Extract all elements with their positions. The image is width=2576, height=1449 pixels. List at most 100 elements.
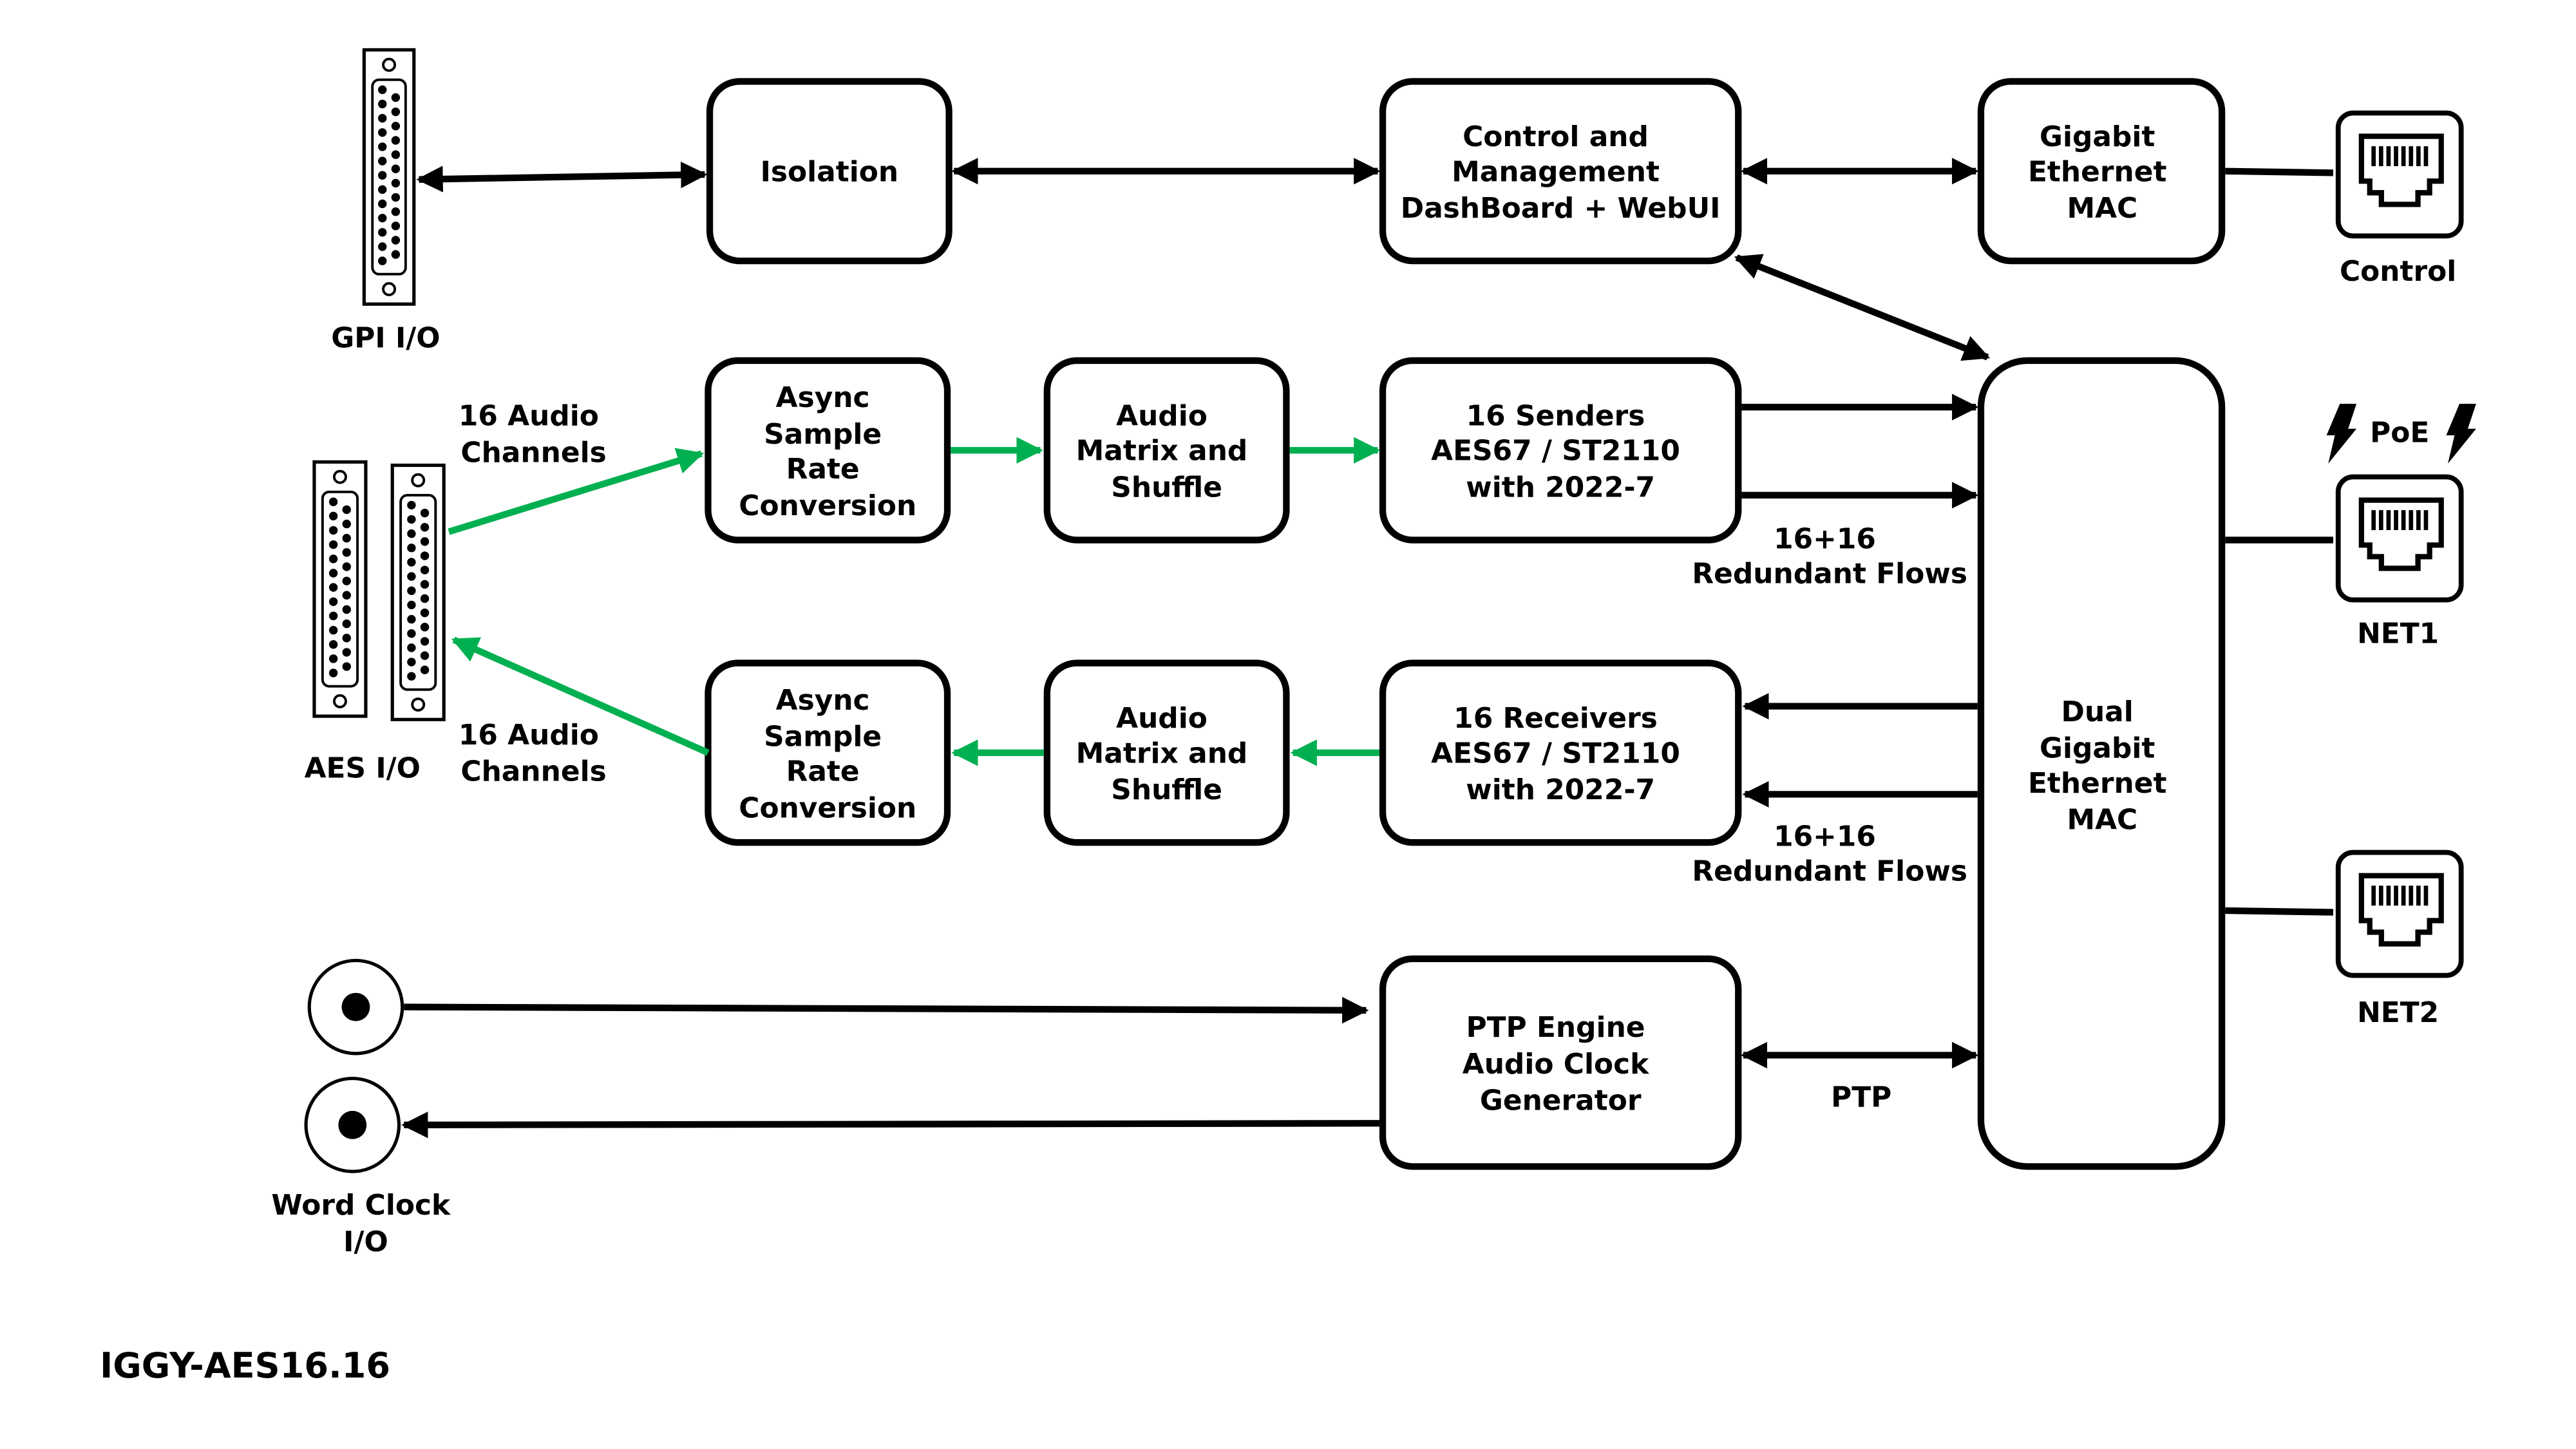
rj45-control-port-icon xyxy=(2335,110,2464,239)
port-contact xyxy=(2394,886,2398,906)
pin xyxy=(391,150,401,159)
port-contact xyxy=(2409,886,2414,906)
port-contact xyxy=(2401,510,2406,531)
pin xyxy=(407,586,416,595)
matrix-input-block: Audio Matrix and Shuffle xyxy=(1043,357,1290,544)
src-output-block: Async Sample Rate Conversion xyxy=(705,659,951,846)
control-port-label: Control xyxy=(2340,255,2456,288)
pin xyxy=(342,534,351,543)
pin xyxy=(391,164,401,173)
pin xyxy=(407,614,416,624)
product-title: IGGY-AES16.16 xyxy=(100,1345,390,1386)
pin xyxy=(342,576,351,585)
control-management-block: Control and Management DashBoard + WebUI xyxy=(1379,78,1742,265)
port-contact xyxy=(2423,146,2429,167)
pin xyxy=(342,605,351,614)
pin xyxy=(391,222,401,231)
wordclock-out-arrow xyxy=(401,1112,1379,1139)
pin xyxy=(378,228,387,237)
mounting-hole xyxy=(382,282,397,296)
pin xyxy=(420,523,430,532)
pin xyxy=(391,122,401,131)
receivers-block: 16 Receivers AES67 / ST2110 with 2022-7 xyxy=(1379,659,1742,846)
pin xyxy=(342,634,351,643)
pin xyxy=(420,651,430,660)
pin xyxy=(378,156,387,166)
pin xyxy=(328,654,338,663)
aes-in-channels-label: 16 Audio Channels xyxy=(459,400,609,469)
port-contact xyxy=(2416,146,2421,167)
pin xyxy=(378,85,387,95)
pin xyxy=(420,551,430,560)
bnc-connector-in-icon xyxy=(307,958,404,1056)
ptp-engine-label: PTP Engine Audio Clock Generator xyxy=(1463,1011,1659,1117)
port-contact xyxy=(2386,510,2391,531)
pin xyxy=(378,171,387,180)
pin xyxy=(420,594,430,603)
word-clock-label: Word Clock I/O xyxy=(271,1189,460,1258)
gpi-io-label: GPI I/O xyxy=(331,321,440,354)
mounting-hole xyxy=(411,473,426,488)
pin xyxy=(420,508,430,518)
pin xyxy=(407,558,416,567)
net1-port-label: NET1 xyxy=(2357,618,2439,650)
port-contact xyxy=(2416,886,2421,906)
pin xyxy=(342,662,351,671)
block-diagram: GPI I/O AES I/O Word Clock I/O Isolation… xyxy=(100,48,2476,1386)
isolation-block: Isolation xyxy=(706,78,952,265)
matrix-output-block: Audio Matrix and Shuffle xyxy=(1043,659,1290,846)
pin xyxy=(420,608,430,618)
pin xyxy=(407,515,416,524)
bnc-connector-out-icon xyxy=(304,1077,401,1173)
pin xyxy=(391,136,401,145)
port-contact xyxy=(2386,886,2391,906)
pin xyxy=(342,562,351,571)
lightning-bolt-right-icon xyxy=(2446,404,2476,464)
pin xyxy=(378,199,387,209)
pin xyxy=(378,99,387,109)
lightning-bolt-left-icon xyxy=(2326,404,2357,464)
pin xyxy=(391,193,401,202)
pin xyxy=(420,665,430,674)
aes-connector-1-icon xyxy=(312,460,368,718)
pin xyxy=(342,548,351,557)
pin xyxy=(407,500,416,510)
rj45-net2-port-icon xyxy=(2335,849,2464,978)
port-contact xyxy=(2378,886,2383,906)
isolation-label: Isolation xyxy=(761,155,899,188)
pin xyxy=(378,256,387,265)
gpi-connector-icon xyxy=(362,48,416,306)
pin xyxy=(391,236,401,245)
pin xyxy=(407,544,416,553)
pin xyxy=(328,569,338,578)
pin xyxy=(342,619,351,629)
pin xyxy=(328,511,338,521)
pin xyxy=(378,142,387,151)
pin xyxy=(328,597,338,606)
net2-port-label: NET2 xyxy=(2357,996,2439,1029)
wordclock-in-arrow xyxy=(404,997,1369,1024)
pin xyxy=(407,643,416,652)
pin xyxy=(342,505,351,515)
port-contact xyxy=(2386,146,2391,167)
pin xyxy=(328,497,338,506)
poe-label: PoE xyxy=(2370,416,2429,449)
aes-connector-2-icon xyxy=(390,463,446,721)
pin xyxy=(328,668,338,677)
ptp-engine-block: PTP Engine Audio Clock Generator xyxy=(1379,955,1742,1170)
pin xyxy=(420,637,430,646)
mounting-hole xyxy=(382,57,397,72)
pin xyxy=(391,178,401,188)
pin xyxy=(328,540,338,549)
pin xyxy=(328,640,338,649)
senders-block: 16 Senders AES67 / ST2110 with 2022-7 xyxy=(1379,357,1742,544)
pin xyxy=(378,213,387,223)
aes-io-label: AES I/O xyxy=(305,752,421,785)
rj45-net1-port-icon xyxy=(2335,474,2464,603)
pin xyxy=(407,658,416,667)
aes-out-channels-label: 16 Audio Channels xyxy=(459,719,609,788)
port-contact xyxy=(2371,146,2376,167)
ptp-link-label: PTP xyxy=(1831,1081,1891,1113)
pin xyxy=(420,537,430,546)
senders-label: 16 Senders AES67 / ST2110 with 2022-7 xyxy=(1431,400,1690,504)
